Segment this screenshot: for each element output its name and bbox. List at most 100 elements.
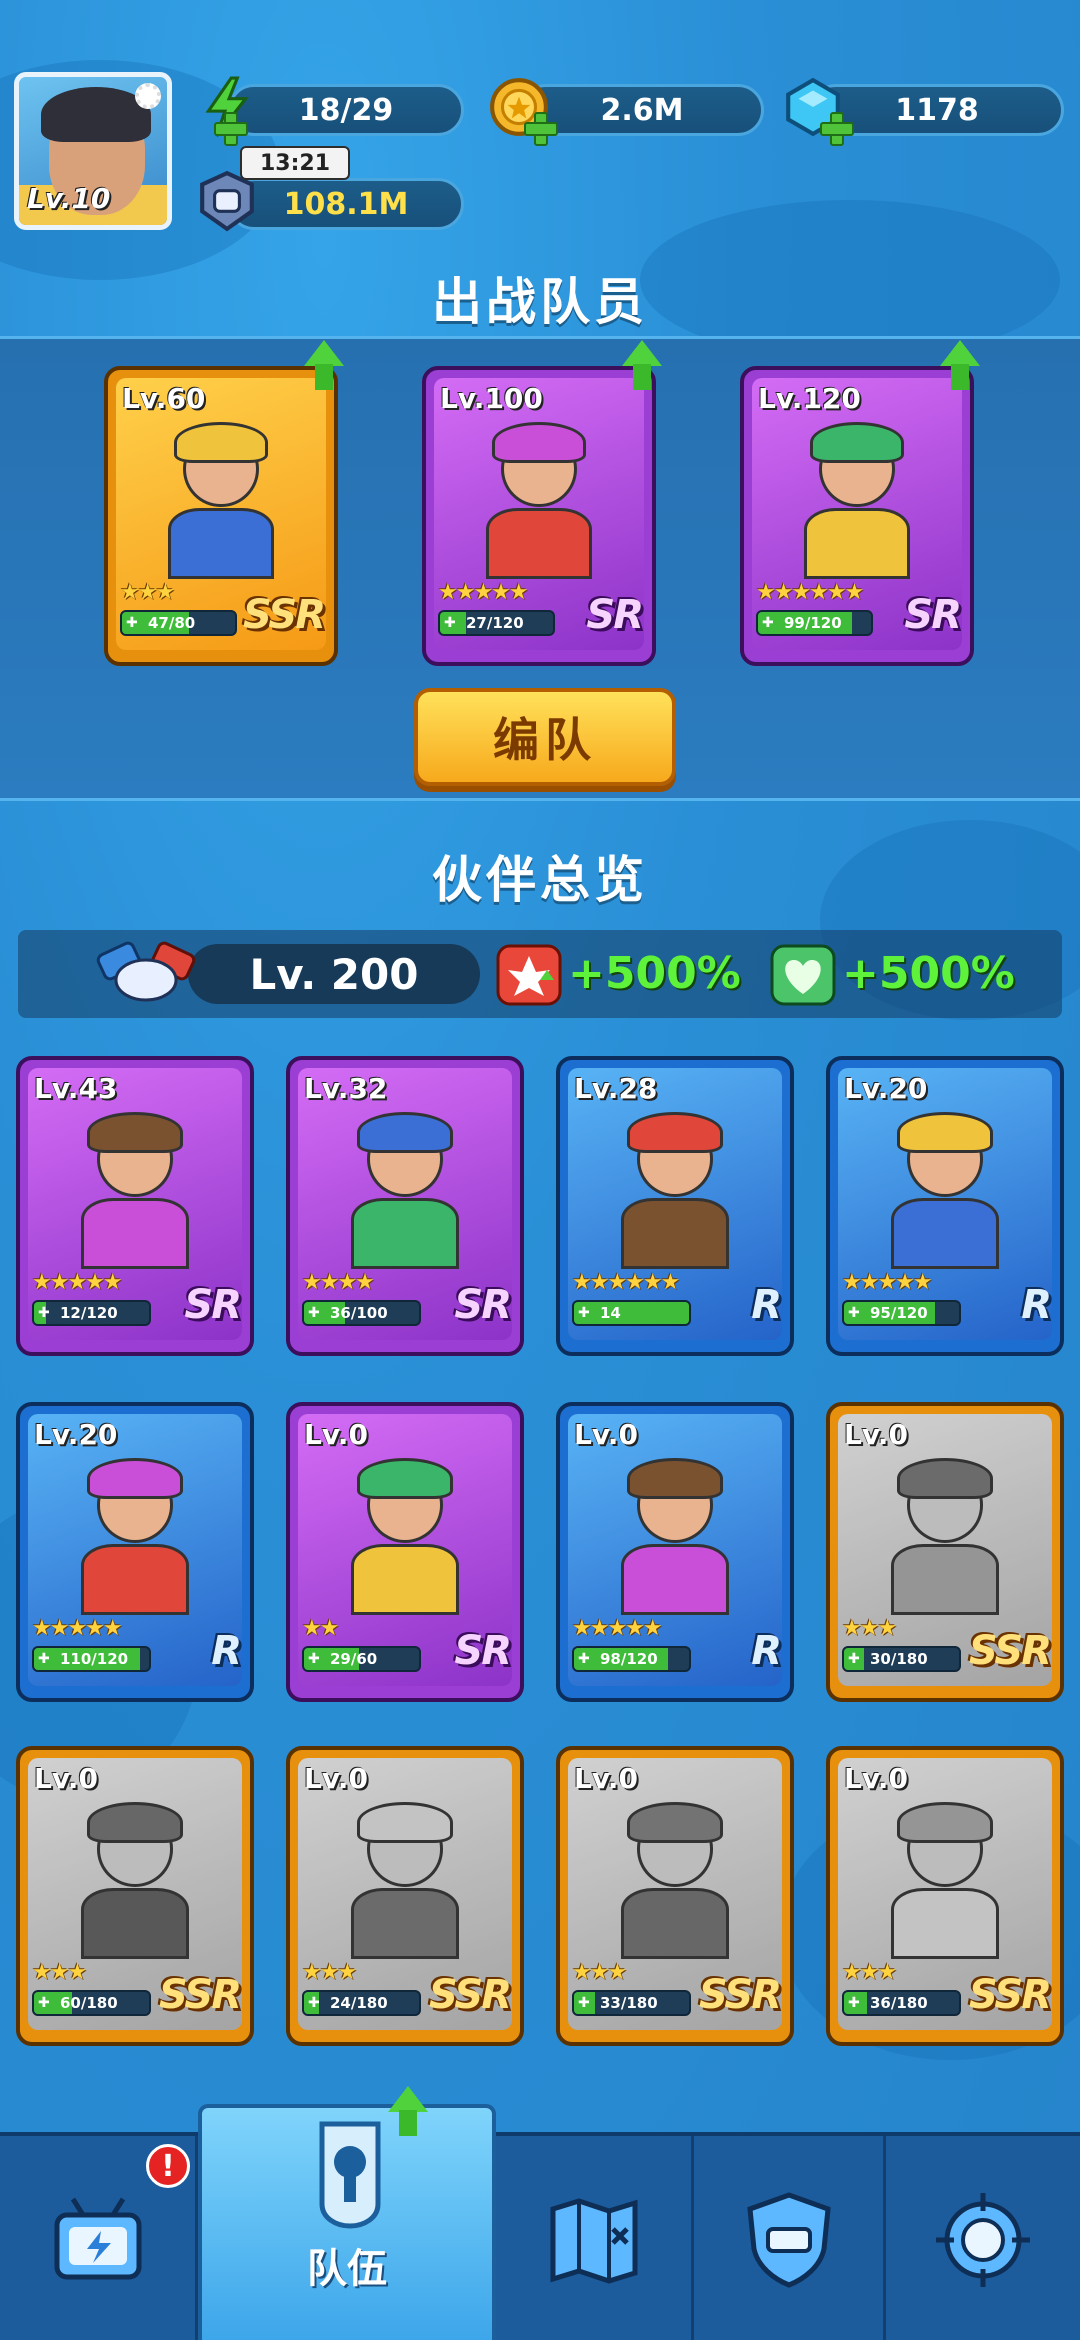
card-stars: ★★★★ bbox=[302, 1270, 375, 1295]
card-fragment-bar: ✚ 47/80 bbox=[120, 610, 237, 636]
character-art bbox=[615, 1801, 735, 1960]
character-art bbox=[480, 421, 598, 580]
card-stars: ★★★★★ bbox=[438, 580, 529, 605]
card-fragment-bar: ✚ 33/180 bbox=[572, 1990, 691, 2016]
card-stars: ★★★ bbox=[302, 1960, 357, 1985]
power-value: 108.1M bbox=[283, 186, 409, 222]
card-level: Lv.0 bbox=[34, 1762, 98, 1795]
team-member-card[interactable]: Lv.100 ★★★★★ ✚ 27/120 SR bbox=[422, 366, 656, 666]
character-art bbox=[345, 1801, 465, 1960]
nav-team[interactable]: 队伍 bbox=[198, 2104, 496, 2340]
team-member-card[interactable]: Lv.60 ★★★ ✚ 47/80 SSR bbox=[104, 366, 338, 666]
attack-bonus-value: +500% bbox=[568, 948, 741, 999]
card-level: Lv.20 bbox=[34, 1418, 118, 1451]
card-fragments: 60/180 bbox=[60, 1994, 118, 2012]
coins-plus-icon[interactable] bbox=[524, 112, 558, 146]
player-level: Lv.10 bbox=[27, 182, 111, 215]
partner-card[interactable]: Lv.0 ★★ ✚ 29/60 SR bbox=[286, 1402, 524, 1702]
card-rarity: SR bbox=[454, 1628, 512, 1674]
nav-map[interactable] bbox=[496, 2136, 694, 2340]
team-icon bbox=[319, 2121, 381, 2229]
card-stars: ★★ bbox=[302, 1616, 339, 1641]
card-stars: ★★★★★ bbox=[572, 1616, 663, 1641]
card-fragment-bar: ✚ 27/120 bbox=[438, 610, 555, 636]
card-stars: ★★★ bbox=[842, 1616, 897, 1641]
card-level: Lv.0 bbox=[574, 1418, 638, 1451]
upgrade-arrow-icon bbox=[940, 340, 980, 392]
gems-value: 1178 bbox=[895, 92, 979, 128]
attack-bonus-icon bbox=[496, 944, 562, 1006]
partner-card[interactable]: Lv.43 ★★★★★ ✚ 12/120 SR bbox=[16, 1056, 254, 1356]
card-fragments: 30/180 bbox=[870, 1650, 928, 1668]
card-fragment-bar: ✚ 98/120 bbox=[572, 1646, 691, 1672]
hp-bonus-value: +500% bbox=[842, 948, 1015, 999]
card-rarity: SSR bbox=[159, 1972, 242, 2018]
card-rarity: R bbox=[751, 1628, 782, 1674]
card-fragment-bar: ✚ 24/180 bbox=[302, 1990, 421, 2016]
partner-card[interactable]: Lv.20 ★★★★★ ✚ 110/120 R bbox=[16, 1402, 254, 1702]
card-level: Lv.100 bbox=[440, 382, 543, 415]
card-rarity: SSR bbox=[429, 1972, 512, 2018]
partner-card[interactable]: Lv.0 ★★★ ✚ 30/180 SSR bbox=[826, 1402, 1064, 1702]
player-avatar[interactable]: Lv.10 bbox=[14, 72, 172, 230]
card-fragments: 99/120 bbox=[784, 614, 842, 632]
card-rarity: SR bbox=[586, 592, 644, 638]
card-stars: ★★★★★ bbox=[842, 1270, 933, 1295]
card-fragment-bar: ✚ 30/180 bbox=[842, 1646, 961, 1672]
gems-plus-icon[interactable] bbox=[820, 112, 854, 146]
card-fragment-bar: ✚ 110/120 bbox=[32, 1646, 151, 1672]
card-fragments: 33/180 bbox=[600, 1994, 658, 2012]
power-bar: 108.1M bbox=[228, 178, 464, 230]
card-level: Lv.43 bbox=[34, 1072, 118, 1105]
card-level: Lv.60 bbox=[122, 382, 206, 415]
card-level: Lv.0 bbox=[844, 1762, 908, 1795]
team-member-card[interactable]: Lv.120 ★★★★★★ ✚ 99/120 SR bbox=[740, 366, 974, 666]
partner-card[interactable]: Lv.0 ★★★★★ ✚ 98/120 R bbox=[556, 1402, 794, 1702]
card-stars: ★★★★★★ bbox=[756, 580, 864, 605]
card-fragment-bar: ✚ 14 bbox=[572, 1300, 691, 1326]
partner-card[interactable]: Lv.32 ★★★★ ✚ 36/100 SR bbox=[286, 1056, 524, 1356]
card-rarity: SR bbox=[904, 592, 962, 638]
energy-plus-icon[interactable] bbox=[214, 112, 248, 146]
character-art bbox=[345, 1457, 465, 1616]
card-level: Lv.0 bbox=[304, 1762, 368, 1795]
card-fragments: 36/100 bbox=[330, 1304, 388, 1322]
nav-shield[interactable] bbox=[694, 2136, 886, 2340]
character-art bbox=[798, 421, 916, 580]
partner-card[interactable]: Lv.20 ★★★★★ ✚ 95/120 R bbox=[826, 1056, 1064, 1356]
card-stars: ★★★ bbox=[572, 1960, 627, 1985]
character-art bbox=[885, 1111, 1005, 1270]
hp-bonus-icon bbox=[770, 944, 836, 1006]
card-fragments: 24/180 bbox=[330, 1994, 388, 2012]
overview-title: 伙伴总览 bbox=[432, 851, 648, 909]
card-stars: ★★★★★★ bbox=[572, 1270, 680, 1295]
partner-card[interactable]: Lv.28 ★★★★★★ ✚ 14 R bbox=[556, 1056, 794, 1356]
character-art bbox=[345, 1111, 465, 1270]
character-art bbox=[615, 1457, 735, 1616]
partner-card[interactable]: Lv.0 ★★★ ✚ 24/180 SSR bbox=[286, 1746, 524, 2046]
card-fragment-bar: ✚ 95/120 bbox=[842, 1300, 961, 1326]
partner-card[interactable]: Lv.0 ★★★ ✚ 36/180 SSR bbox=[826, 1746, 1064, 2046]
tv-shop-icon bbox=[54, 2197, 141, 2280]
character-art bbox=[75, 1111, 195, 1270]
character-art bbox=[615, 1111, 735, 1270]
upgrade-arrow-icon bbox=[622, 340, 662, 392]
card-rarity: SR bbox=[454, 1282, 512, 1328]
formation-button[interactable]: 编队 bbox=[414, 688, 676, 786]
card-stars: ★★★ bbox=[120, 580, 175, 605]
card-fragments: 12/120 bbox=[60, 1304, 118, 1322]
card-stars: ★★★ bbox=[842, 1960, 897, 1985]
card-rarity: SSR bbox=[969, 1972, 1052, 2018]
partner-card[interactable]: Lv.0 ★★★ ✚ 33/180 SSR bbox=[556, 1746, 794, 2046]
notification-badge: ! bbox=[146, 2144, 190, 2188]
card-level: Lv.0 bbox=[574, 1762, 638, 1795]
team-upgrade-arrow-icon bbox=[388, 2086, 428, 2138]
coins-value: 2.6M bbox=[600, 92, 684, 128]
upgrade-arrow-icon bbox=[304, 340, 344, 392]
card-level: Lv.28 bbox=[574, 1072, 658, 1105]
character-art bbox=[75, 1801, 195, 1960]
partner-card[interactable]: Lv.0 ★★★ ✚ 60/180 SSR bbox=[16, 1746, 254, 2046]
card-fragments: 29/60 bbox=[330, 1650, 378, 1668]
nav-target[interactable] bbox=[886, 2136, 1080, 2340]
card-stars: ★★★★★ bbox=[32, 1270, 123, 1295]
